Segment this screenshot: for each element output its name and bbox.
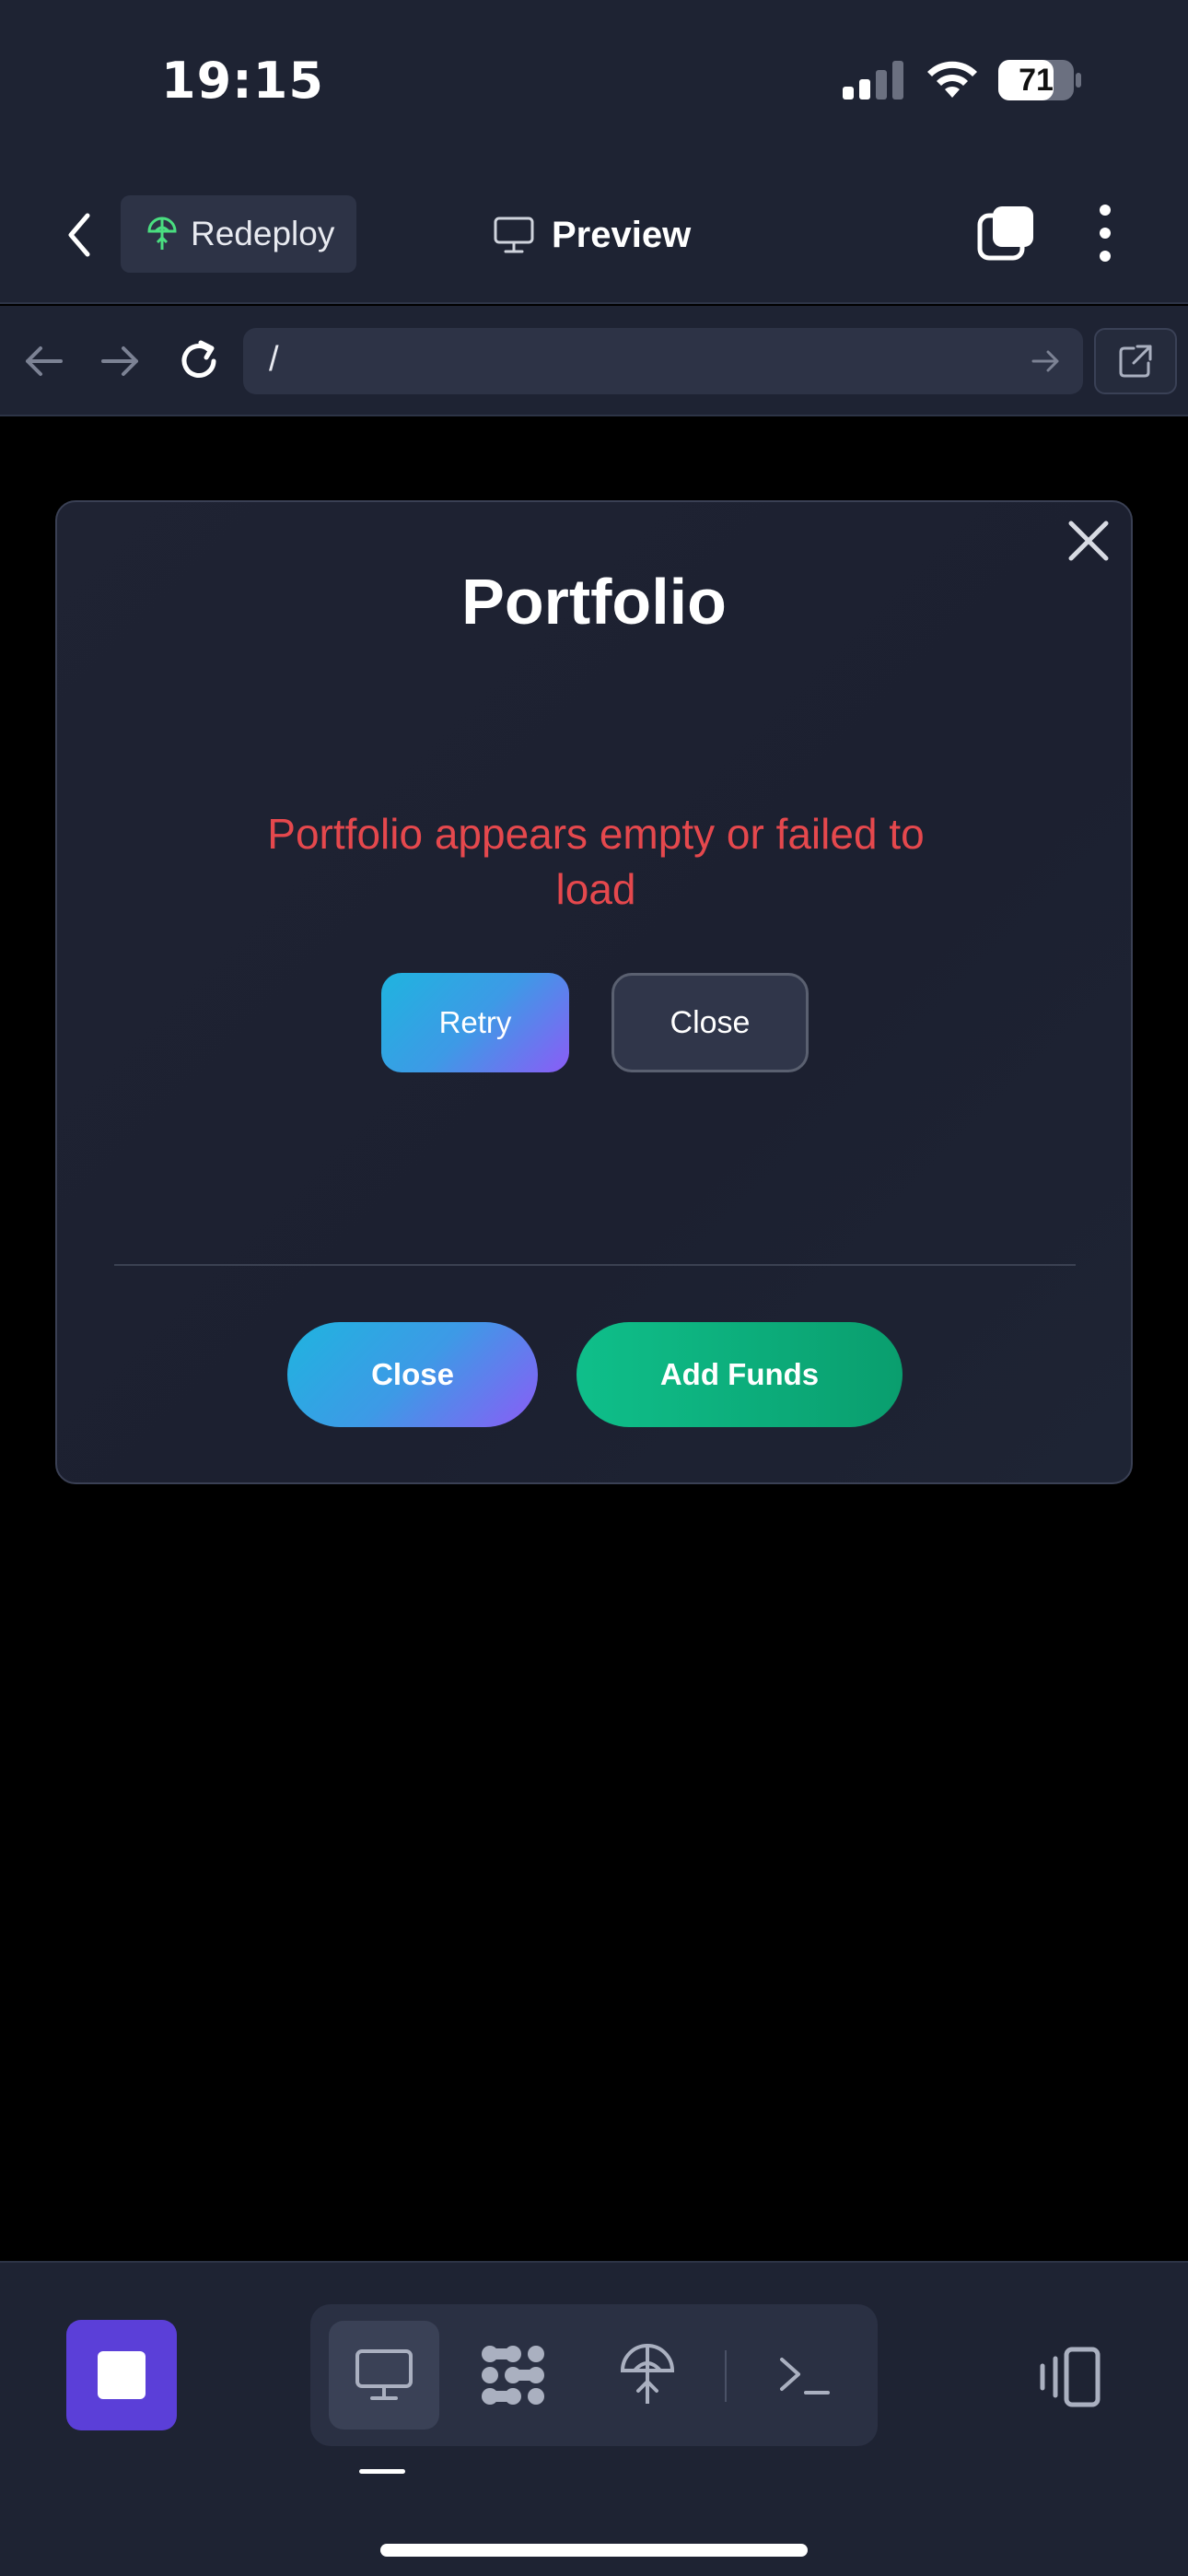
external-link-icon <box>1119 345 1152 378</box>
home-indicator <box>380 2544 808 2557</box>
stop-button[interactable] <box>66 2320 177 2430</box>
portfolio-modal: Portfolio Portfolio appears empty or fai… <box>55 500 1133 1484</box>
close-button[interactable]: Close <box>611 973 809 1072</box>
device-toggle-icon[interactable] <box>1030 2346 1103 2410</box>
terminal-icon <box>780 2358 830 2395</box>
add-funds-button[interactable]: Add Funds <box>577 1322 903 1427</box>
status-time: 19:15 <box>161 52 324 110</box>
tool-deploy[interactable] <box>592 2321 703 2430</box>
tool-preview[interactable] <box>329 2321 439 2430</box>
bottom-toolbar <box>0 2261 1188 2576</box>
stop-icon <box>98 2351 146 2399</box>
deploy-icon <box>147 217 177 250</box>
browser-bar: / <box>0 306 1188 416</box>
preview-label: Preview <box>552 214 692 255</box>
preview-title: Preview <box>493 203 691 267</box>
battery-indicator: 71 <box>997 59 1082 101</box>
wifi-icon <box>927 61 977 98</box>
active-tool-indicator <box>359 2469 405 2474</box>
arrow-left-icon[interactable] <box>20 337 68 385</box>
tool-modules[interactable] <box>458 2321 568 2430</box>
open-external-button[interactable] <box>1094 328 1177 394</box>
cellular-signal-icon <box>843 61 903 100</box>
go-arrow-icon[interactable] <box>1030 345 1063 378</box>
battery-level: 71 <box>1019 63 1054 98</box>
back-button[interactable] <box>55 203 103 267</box>
tool-separator <box>725 2350 727 2402</box>
retry-button[interactable]: Retry <box>381 973 569 1072</box>
monitor-icon <box>355 2349 413 2400</box>
tool-switcher <box>310 2304 878 2446</box>
arrow-right-icon[interactable] <box>96 337 144 385</box>
footer-close-button[interactable]: Close <box>287 1322 538 1427</box>
redeploy-label: Redeploy <box>191 215 335 252</box>
error-message: Portfolio appears empty or failed to loa… <box>267 810 925 913</box>
modal-title: Portfolio <box>461 566 727 638</box>
reload-icon[interactable] <box>175 337 223 385</box>
redeploy-button[interactable]: Redeploy <box>121 195 356 273</box>
chevron-left-icon <box>68 213 90 257</box>
url-input[interactable]: / <box>243 328 1083 394</box>
modules-icon <box>482 2346 544 2405</box>
app-header: Redeploy Preview <box>0 166 1188 304</box>
status-bar: 19:15 71 <box>0 0 1188 166</box>
divider <box>114 1264 1076 1266</box>
close-icon <box>1068 521 1109 561</box>
monitor-icon <box>494 217 534 253</box>
tool-terminal[interactable] <box>749 2321 859 2430</box>
more-options-icon[interactable] <box>1087 201 1124 265</box>
tabs-button[interactable] <box>976 203 1037 263</box>
deploy-icon <box>620 2344 675 2404</box>
url-text: / <box>269 340 279 379</box>
